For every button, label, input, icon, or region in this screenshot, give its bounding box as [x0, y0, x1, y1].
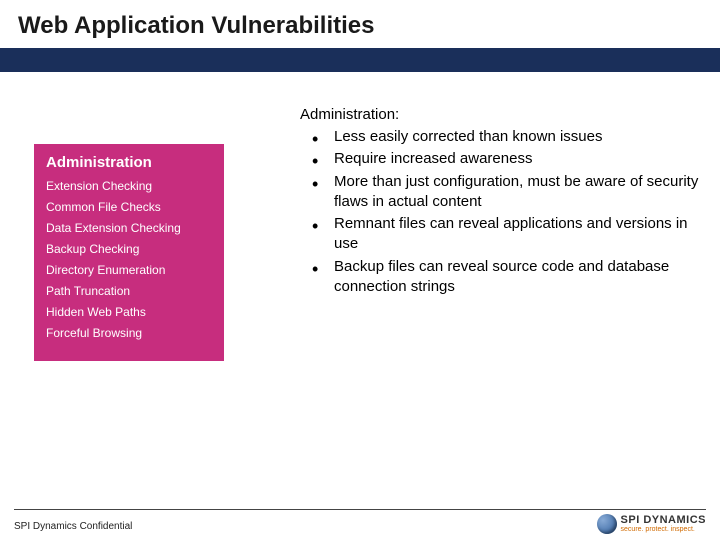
- footer: SPI Dynamics Confidential SPI DYNAMICS s…: [0, 509, 720, 534]
- sidebar-item: Data Extension Checking: [46, 221, 212, 236]
- main-content: Administration: Less easily corrected th…: [300, 106, 700, 299]
- sidebar-item: Path Truncation: [46, 284, 212, 299]
- title-bar: Web Application Vulnerabilities: [0, 0, 720, 44]
- bullet-item: Remnant files can reveal applications an…: [322, 214, 700, 255]
- content-area: Administration Extension Checking Common…: [0, 72, 720, 452]
- page-title: Web Application Vulnerabilities: [18, 12, 702, 40]
- bullet-item: Less easily corrected than known issues: [322, 127, 700, 147]
- logo-badge-icon: [597, 514, 617, 534]
- bullet-list: Less easily corrected than known issues …: [300, 127, 700, 297]
- logo-text: SPI DYNAMICS secure. protect. inspect.: [621, 515, 706, 533]
- footer-confidential: SPI Dynamics Confidential: [14, 521, 132, 532]
- bullet-item: Require increased awareness: [322, 149, 700, 169]
- logo-tagline: secure. protect. inspect.: [621, 526, 706, 533]
- sidebar-item: Hidden Web Paths: [46, 305, 212, 320]
- sidebar-item: Extension Checking: [46, 179, 212, 194]
- sidebar-item: Backup Checking: [46, 242, 212, 257]
- sidebar-item: Directory Enumeration: [46, 263, 212, 278]
- sidebar-item: Common File Checks: [46, 200, 212, 215]
- footer-rule: [14, 509, 706, 510]
- main-heading: Administration:: [300, 106, 700, 123]
- logo-main: SPI DYNAMICS: [621, 515, 706, 526]
- title-underline: [0, 48, 720, 72]
- bullet-item: More than just configuration, must be aw…: [322, 172, 700, 213]
- sidebar-panel: Administration Extension Checking Common…: [34, 144, 224, 361]
- bullet-item: Backup files can reveal source code and …: [322, 257, 700, 298]
- footer-logo: SPI DYNAMICS secure. protect. inspect.: [597, 514, 706, 534]
- sidebar-item: Forceful Browsing: [46, 326, 212, 341]
- sidebar-heading: Administration: [46, 154, 212, 171]
